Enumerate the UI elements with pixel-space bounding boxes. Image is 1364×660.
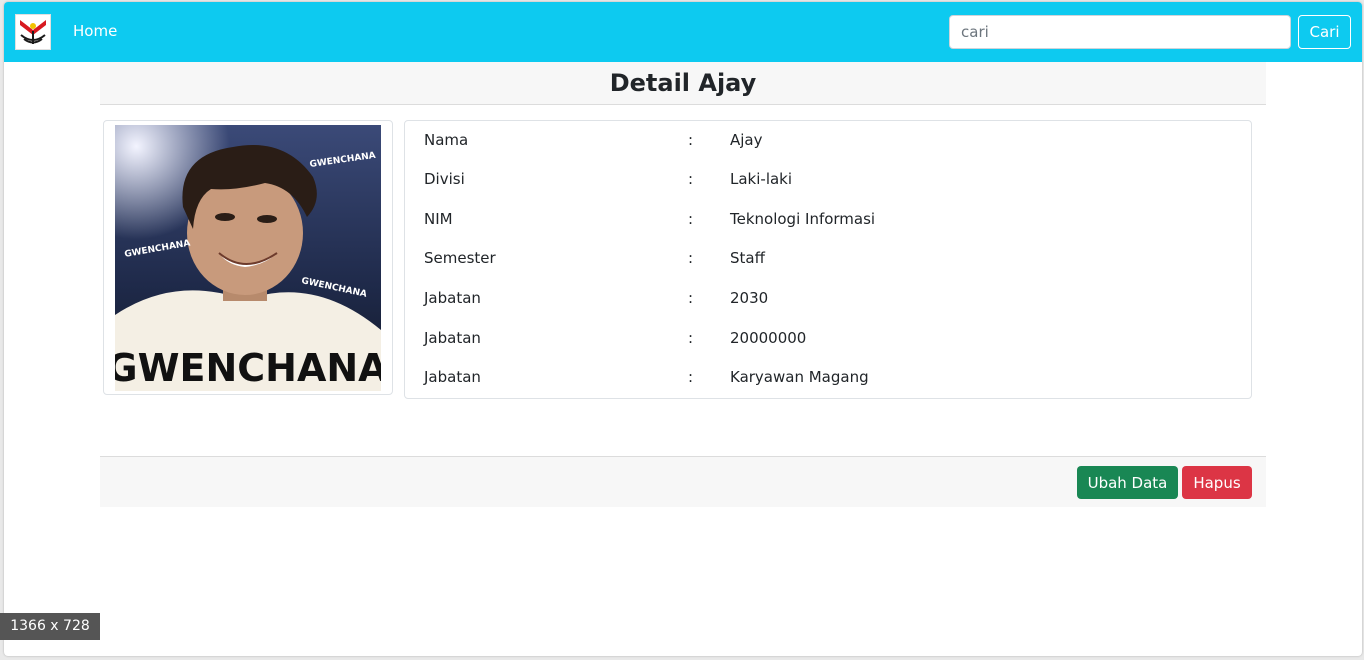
detail-separator: : — [688, 131, 694, 149]
nav-home-link[interactable]: Home — [73, 22, 117, 40]
university-logo-icon[interactable] — [15, 14, 51, 50]
detail-separator: : — [688, 368, 694, 386]
detail-value: 2030 — [730, 289, 769, 307]
navbar: Home Cari — [4, 2, 1362, 62]
detail-value: Laki-laki — [730, 170, 793, 188]
detail-row: Semester : Staff — [405, 247, 1251, 269]
page-title: Detail Ajay — [100, 62, 1266, 105]
detail-label: NIM — [424, 210, 453, 228]
detail-row: Jabatan : Karyawan Magang — [405, 366, 1251, 388]
detail-row: Divisi : Laki-laki — [405, 168, 1251, 190]
detail-label: Nama — [424, 131, 469, 149]
detail-value: Teknologi Informasi — [730, 210, 876, 228]
detail-label: Jabatan — [424, 289, 481, 307]
detail-label: Divisi — [424, 170, 465, 188]
detail-separator: : — [688, 210, 694, 228]
detail-value: 20000000 — [730, 329, 807, 347]
profile-photo-card: GWENCHANA GWENCHANA GWENCHANA GWENCHANA — [103, 120, 393, 395]
browser-viewport: Home Cari Detail Ajay — [4, 2, 1362, 656]
card-footer: Ubah Data Hapus — [100, 456, 1266, 507]
edit-button[interactable]: Ubah Data — [1077, 466, 1178, 499]
search-button[interactable]: Cari — [1298, 15, 1351, 49]
photo-caption-big: GWENCHANA — [115, 346, 381, 390]
detail-row: Nama : Ajay — [405, 129, 1251, 151]
detail-label: Jabatan — [424, 329, 481, 347]
detail-separator: : — [688, 289, 694, 307]
detail-row: NIM : Teknologi Informasi — [405, 208, 1251, 230]
detail-label: Jabatan — [424, 368, 481, 386]
viewport-size-badge: 1366 x 728 — [0, 613, 100, 640]
detail-row: Jabatan : 2030 — [405, 287, 1251, 309]
detail-row: Jabatan : 20000000 — [405, 327, 1251, 349]
detail-card: Nama : Ajay Divisi : Laki-laki NIM : Tek… — [404, 120, 1252, 399]
search-input[interactable] — [949, 15, 1291, 49]
detail-value: Karyawan Magang — [730, 368, 869, 386]
detail-value: Staff — [730, 249, 765, 267]
detail-separator: : — [688, 170, 694, 188]
detail-separator: : — [688, 249, 694, 267]
profile-photo: GWENCHANA GWENCHANA GWENCHANA GWENCHANA — [115, 125, 381, 391]
detail-label: Semester — [424, 249, 496, 267]
detail-separator: : — [688, 329, 694, 347]
detail-value: Ajay — [730, 131, 763, 149]
delete-button[interactable]: Hapus — [1182, 466, 1252, 499]
